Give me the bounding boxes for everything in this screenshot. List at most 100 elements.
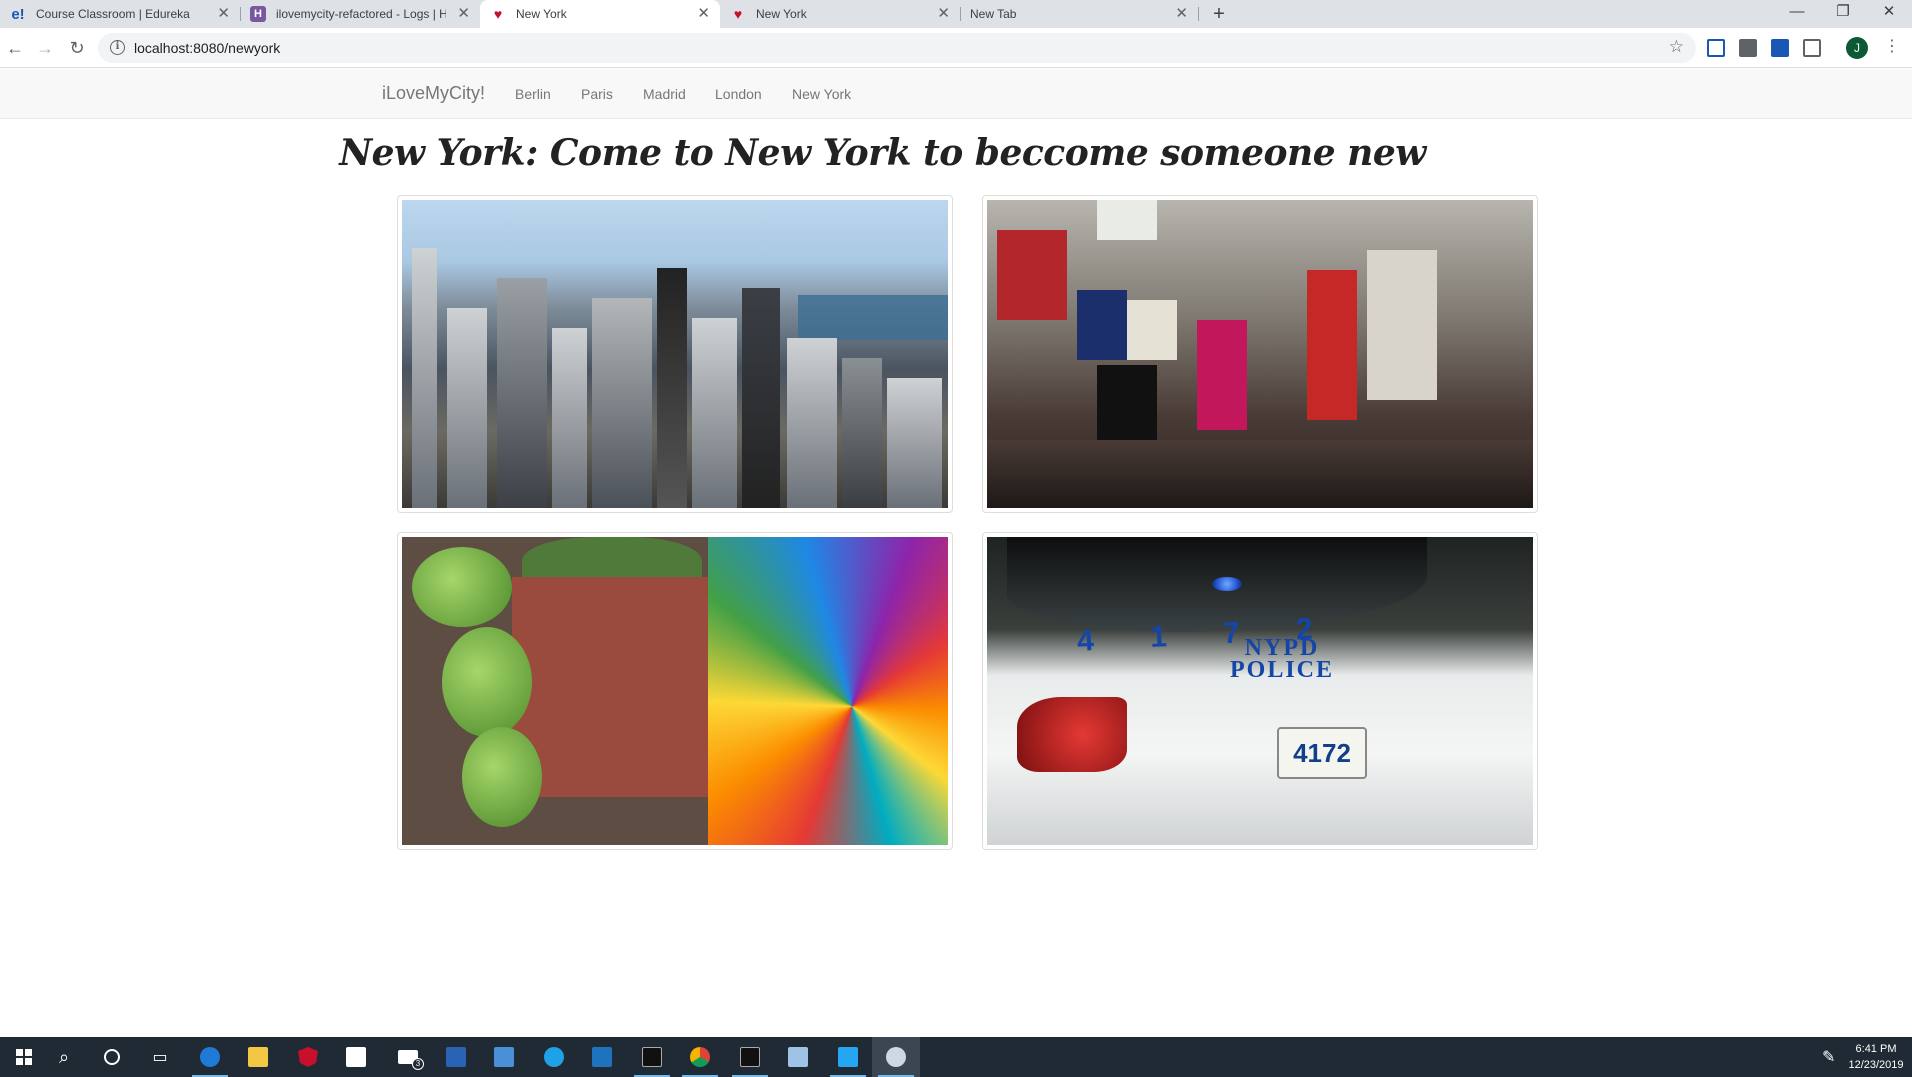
building-shape: [787, 338, 837, 508]
mcafee-app-icon[interactable]: [284, 1037, 332, 1077]
nav-link-paris[interactable]: Paris: [581, 86, 613, 102]
nav-link-london[interactable]: London: [715, 86, 762, 102]
tab-title: ilovemycity-refactored - Logs | He: [276, 7, 446, 21]
profile-avatar[interactable]: J: [1846, 37, 1868, 59]
billboard-shape: [1197, 320, 1247, 430]
brick-building-shape: [512, 577, 712, 797]
nav-link-berlin[interactable]: Berlin: [515, 86, 551, 102]
blue-light-shape: [1212, 577, 1242, 591]
reload-icon[interactable]: ↻: [66, 37, 88, 59]
notepad-icon: [788, 1047, 808, 1067]
internet-explorer-icon: [544, 1047, 564, 1067]
vscode-app-icon[interactable]: [824, 1037, 872, 1077]
police-text: POLICE: [1229, 657, 1334, 683]
nav-link-new-york[interactable]: New York: [792, 86, 851, 102]
extension-info-icon[interactable]: [1739, 39, 1757, 57]
cortana-circle: [104, 1049, 120, 1065]
close-icon[interactable]: ✕: [937, 6, 950, 22]
building-shape: [552, 328, 587, 508]
store-app-icon[interactable]: [332, 1037, 380, 1077]
forward-icon[interactable]: →: [34, 37, 56, 59]
chrome-app-icon[interactable]: [676, 1037, 724, 1077]
address-url[interactable]: localhost:8080/newyork: [134, 40, 280, 56]
heart-icon: ♥: [493, 6, 503, 22]
browser-toolbar: ← → ↻ i localhost:8080/newyork ☆ J ⋮: [0, 28, 1912, 68]
browser-tab[interactable]: e! Course Classroom | Edureka ✕: [0, 0, 240, 28]
billboard-shape: [1307, 270, 1357, 420]
remote-desktop-app-icon[interactable]: [480, 1037, 528, 1077]
billboard-shape: [1097, 200, 1157, 240]
close-window-icon[interactable]: ✕: [1866, 0, 1912, 28]
internet-explorer-app-icon[interactable]: [530, 1037, 578, 1077]
building-shape: [842, 358, 882, 508]
edureka-icon: e!: [11, 5, 25, 23]
license-plate: 4172: [1277, 727, 1367, 779]
extension-reader-icon[interactable]: [1803, 39, 1821, 57]
image-thumbnail-mural: [397, 532, 953, 850]
clock-time: 6:41 PM: [1855, 1043, 1897, 1055]
building-shape: [692, 318, 737, 508]
building-shape: [412, 248, 437, 508]
mail-app-icon[interactable]: 3: [384, 1037, 432, 1077]
close-icon[interactable]: ✕: [217, 6, 230, 22]
vscode-icon: [838, 1047, 858, 1067]
image-thumbnail-skyline: [397, 195, 953, 513]
system-clock[interactable]: 6:41 PM 12/23/2019: [1844, 1041, 1908, 1073]
extension-book-icon[interactable]: [1771, 39, 1789, 57]
tab-title: Course Classroom | Edureka: [36, 7, 190, 21]
terminal-app-icon[interactable]: [628, 1037, 676, 1077]
browser-tab[interactable]: ♥ New York ✕: [720, 0, 960, 28]
tail-light-shape: [1017, 697, 1127, 772]
leaf-shape: [442, 627, 532, 737]
heroku-icon: H: [250, 6, 266, 22]
tab-separator: [1198, 7, 1199, 21]
site-brand-link[interactable]: iLoveMyCity!: [382, 83, 485, 104]
powershell-app-icon[interactable]: [432, 1037, 480, 1077]
back-icon[interactable]: ←: [4, 37, 26, 59]
notepad-app-icon[interactable]: [774, 1037, 822, 1077]
close-icon[interactable]: ✕: [1175, 6, 1188, 22]
close-icon[interactable]: ✕: [697, 6, 710, 22]
console-app-icon[interactable]: [726, 1037, 774, 1077]
more-menu-icon[interactable]: ⋮: [1884, 36, 1900, 60]
billboard-shape: [997, 230, 1067, 320]
image-thumbnail-police-car: 4 1 7 2 NYPD POLICE 4172: [982, 532, 1538, 850]
building-shape: [887, 378, 942, 508]
extension-grid-icon[interactable]: [1707, 39, 1725, 57]
edge-app-icon[interactable]: [186, 1037, 234, 1077]
windows-taskbar: ⌕ ▭ 3 ✎ 6:41 PM 12/23/2019: [0, 1037, 1912, 1077]
building-shape: [742, 288, 780, 508]
settings-app-icon[interactable]: [578, 1037, 626, 1077]
powershell-icon: [446, 1047, 466, 1067]
cortana-icon[interactable]: [88, 1037, 136, 1077]
browser-tab-active[interactable]: ♥ New York ✕: [480, 0, 720, 28]
info-icon[interactable]: i: [110, 40, 125, 55]
browser-tab[interactable]: New Tab ✕: [960, 0, 1198, 28]
pen-icon[interactable]: ✎: [1822, 1047, 1835, 1067]
edge-icon: [200, 1047, 220, 1067]
task-view-icon[interactable]: ▭: [136, 1037, 184, 1077]
paint-app-icon[interactable]: [872, 1037, 920, 1077]
site-navbar: iLoveMyCity! Berlin Paris Madrid London …: [0, 69, 1912, 119]
windows-logo-icon: [16, 1049, 32, 1065]
page-title: New York: Come to New York to beccome so…: [339, 132, 1426, 174]
billboard-shape: [1367, 250, 1437, 400]
billboard-shape: [1097, 365, 1157, 445]
new-tab-button[interactable]: +: [1208, 3, 1230, 25]
nypd-police-car-photo: 4 1 7 2 NYPD POLICE 4172: [987, 537, 1533, 845]
settings-icon: [592, 1047, 612, 1067]
shield-icon: [298, 1047, 318, 1067]
nypd-text: NYPD: [1244, 635, 1320, 661]
address-bar[interactable]: i localhost:8080/newyork ☆: [98, 33, 1696, 63]
browser-tab[interactable]: H ilovemycity-refactored - Logs | He ✕: [240, 0, 480, 28]
nav-link-madrid[interactable]: Madrid: [643, 86, 686, 102]
search-icon[interactable]: ⌕: [40, 1037, 88, 1077]
bookmark-star-icon[interactable]: ☆: [1669, 37, 1684, 57]
file-explorer-app-icon[interactable]: [234, 1037, 282, 1077]
restore-icon[interactable]: ❐: [1820, 0, 1866, 28]
paint-icon: [886, 1047, 906, 1067]
close-icon[interactable]: ✕: [457, 6, 470, 22]
minimize-icon[interactable]: —: [1774, 0, 1820, 28]
tab-title: New York: [516, 7, 567, 21]
leaf-shape: [462, 727, 542, 827]
